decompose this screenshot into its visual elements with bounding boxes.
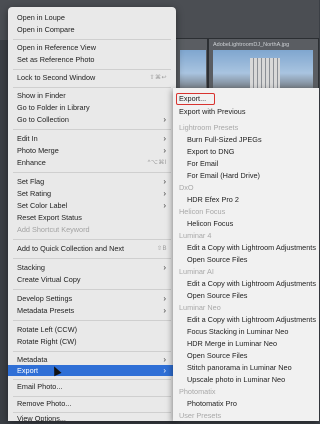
- submenu-item-for-email-hard-drive[interactable]: For Email (Hard Drive): [173, 171, 319, 181]
- chevron-right-icon: ›: [163, 355, 166, 364]
- menu-divider: [13, 396, 171, 397]
- menu-item-lock-to-second-window[interactable]: Lock to Second Window ⇧⌘↩: [8, 73, 176, 83]
- submenu-item-hdr-efex-pro-2[interactable]: HDR Efex Pro 2: [173, 195, 319, 205]
- menu-item-set-as-reference-photo[interactable]: Set as Reference Photo: [8, 55, 176, 65]
- menu-item-open-in-compare[interactable]: Open in Compare: [8, 25, 176, 35]
- shortcut-label: ⇧B: [156, 246, 167, 252]
- chevron-right-icon: ›: [163, 115, 166, 124]
- menu-item-email-photo[interactable]: Email Photo...: [8, 382, 176, 392]
- menu-divider: [13, 289, 171, 290]
- menu-item-develop-settings[interactable]: Develop Settings ›: [8, 294, 176, 304]
- menu-item-show-in-finder[interactable]: Show in Finder: [8, 91, 176, 101]
- chevron-right-icon: ›: [163, 177, 166, 186]
- submenu-item-export-to-dng[interactable]: Export to DNG: [173, 147, 319, 157]
- photo-thumbnail[interactable]: [180, 50, 206, 92]
- menu-item-enhance[interactable]: Enhance ^⌥⌘I: [8, 158, 176, 168]
- chevron-right-icon: ›: [163, 146, 166, 155]
- menu-divider: [13, 129, 171, 130]
- menu-item-open-in-reference-view[interactable]: Open in Reference View: [8, 43, 176, 53]
- submenu-section-lightroom-presets: Lightroom Presets: [179, 123, 239, 132]
- context-menu: Open in Loupe Open in Compare Open in Re…: [8, 7, 176, 424]
- menu-divider: [13, 351, 171, 352]
- menu-item-add-to-quick-collection-and-next[interactable]: Add to Quick Collection and Next ⇧B: [8, 244, 176, 254]
- menu-divider: [13, 412, 171, 413]
- submenu-item-for-email[interactable]: For Email: [173, 159, 319, 169]
- highlight-box: [176, 93, 215, 105]
- menu-divider: [13, 39, 171, 40]
- submenu-item-upscale-photo[interactable]: Upscale photo in Luminar Neo: [173, 375, 319, 385]
- chevron-right-icon: ›: [163, 134, 166, 143]
- photo-thumbnail-building: [250, 58, 280, 92]
- menu-item-set-rating[interactable]: Set Rating ›: [8, 189, 176, 199]
- menu-item-metadata[interactable]: Metadata ›: [8, 355, 176, 365]
- submenu-item-helicon-focus[interactable]: Helicon Focus: [173, 219, 319, 229]
- menu-divider: [13, 379, 171, 380]
- menu-divider: [13, 320, 171, 321]
- chevron-right-icon: ›: [163, 263, 166, 272]
- submenu-section-luminar-neo: Luminar Neo: [179, 303, 221, 312]
- chevron-right-icon: ›: [163, 201, 166, 210]
- menu-item-set-color-label[interactable]: Set Color Label ›: [8, 201, 176, 211]
- menu-item-add-shortcut-keyword: Add Shortcut Keyword: [17, 225, 90, 234]
- menu-item-view-options[interactable]: View Options...: [8, 414, 176, 424]
- submenu-section-luminar-ai: Luminar AI: [179, 267, 214, 276]
- submenu-item-hdr-merge[interactable]: HDR Merge in Luminar Neo: [173, 339, 319, 349]
- chevron-right-icon: ›: [163, 366, 166, 375]
- menu-item-rotate-right[interactable]: Rotate Right (CW): [8, 337, 176, 347]
- menu-item-edit-in[interactable]: Edit In ›: [8, 134, 176, 144]
- menu-divider: [13, 258, 171, 259]
- menu-item-open-in-loupe[interactable]: Open in Loupe: [8, 13, 176, 23]
- submenu-item-stitch-panorama[interactable]: Stitch panorama in Luminar Neo: [173, 363, 319, 373]
- submenu-section-helicon-focus: Helicon Focus: [179, 207, 226, 216]
- menu-item-reset-export-status[interactable]: Reset Export Status: [8, 213, 176, 223]
- shortcut-label: ^⌥⌘I: [147, 160, 167, 166]
- submenu-item-focus-stacking[interactable]: Focus Stacking in Luminar Neo: [173, 327, 319, 337]
- submenu-section-luminar-4: Luminar 4: [179, 231, 212, 240]
- submenu-item-open-source-files[interactable]: Open Source Files: [173, 291, 319, 301]
- submenu-section-photomatix: Photomatix: [179, 387, 216, 396]
- submenu-item-edit-copy-luminar-4[interactable]: Edit a Copy with Lightroom Adjustments: [173, 243, 319, 253]
- export-submenu: Export... Export with Previous Lightroom…: [173, 88, 319, 421]
- submenu-item-open-source-files[interactable]: Open Source Files: [173, 351, 319, 361]
- menu-item-remove-photo[interactable]: Remove Photo...: [8, 399, 176, 409]
- menu-item-export[interactable]: Export ›: [8, 365, 176, 376]
- chevron-right-icon: ›: [163, 294, 166, 303]
- menu-item-set-flag[interactable]: Set Flag ›: [8, 177, 176, 187]
- submenu-item-photomatix-pro[interactable]: Photomatix Pro: [173, 399, 319, 409]
- submenu-section-dxo: DxO: [179, 183, 194, 192]
- menu-item-go-to-folder-in-library[interactable]: Go to Folder in Library: [8, 103, 176, 113]
- menu-item-go-to-collection[interactable]: Go to Collection ›: [8, 115, 176, 125]
- chevron-right-icon: ›: [163, 189, 166, 198]
- submenu-item-edit-copy-luminar-ai[interactable]: Edit a Copy with Lightroom Adjustments: [173, 279, 319, 289]
- menu-divider: [13, 87, 171, 88]
- menu-item-rotate-left[interactable]: Rotate Left (CCW): [8, 325, 176, 335]
- menu-item-stacking[interactable]: Stacking ›: [8, 263, 176, 273]
- thumbnail-filename: AdobeLightroomDJ_NorthA.jpg: [213, 42, 290, 48]
- submenu-item-edit-copy-luminar-neo[interactable]: Edit a Copy with Lightroom Adjustments: [173, 315, 319, 325]
- menu-item-metadata-presets[interactable]: Metadata Presets ›: [8, 306, 176, 316]
- menu-item-photo-merge[interactable]: Photo Merge ›: [8, 146, 176, 156]
- menu-divider: [13, 69, 171, 70]
- submenu-section-user-presets: User Presets: [179, 411, 222, 420]
- shortcut-label: ⇧⌘↩: [149, 75, 167, 81]
- submenu-item-open-source-files[interactable]: Open Source Files: [173, 255, 319, 265]
- menu-item-create-virtual-copy[interactable]: Create Virtual Copy: [8, 275, 176, 285]
- chevron-right-icon: ›: [163, 306, 166, 315]
- submenu-item-burn-full-sized-jpegs[interactable]: Burn Full-Sized JPEGs: [173, 135, 319, 145]
- menu-divider: [13, 239, 171, 240]
- submenu-item-export-with-previous[interactable]: Export with Previous: [173, 107, 319, 117]
- menu-divider: [13, 172, 171, 173]
